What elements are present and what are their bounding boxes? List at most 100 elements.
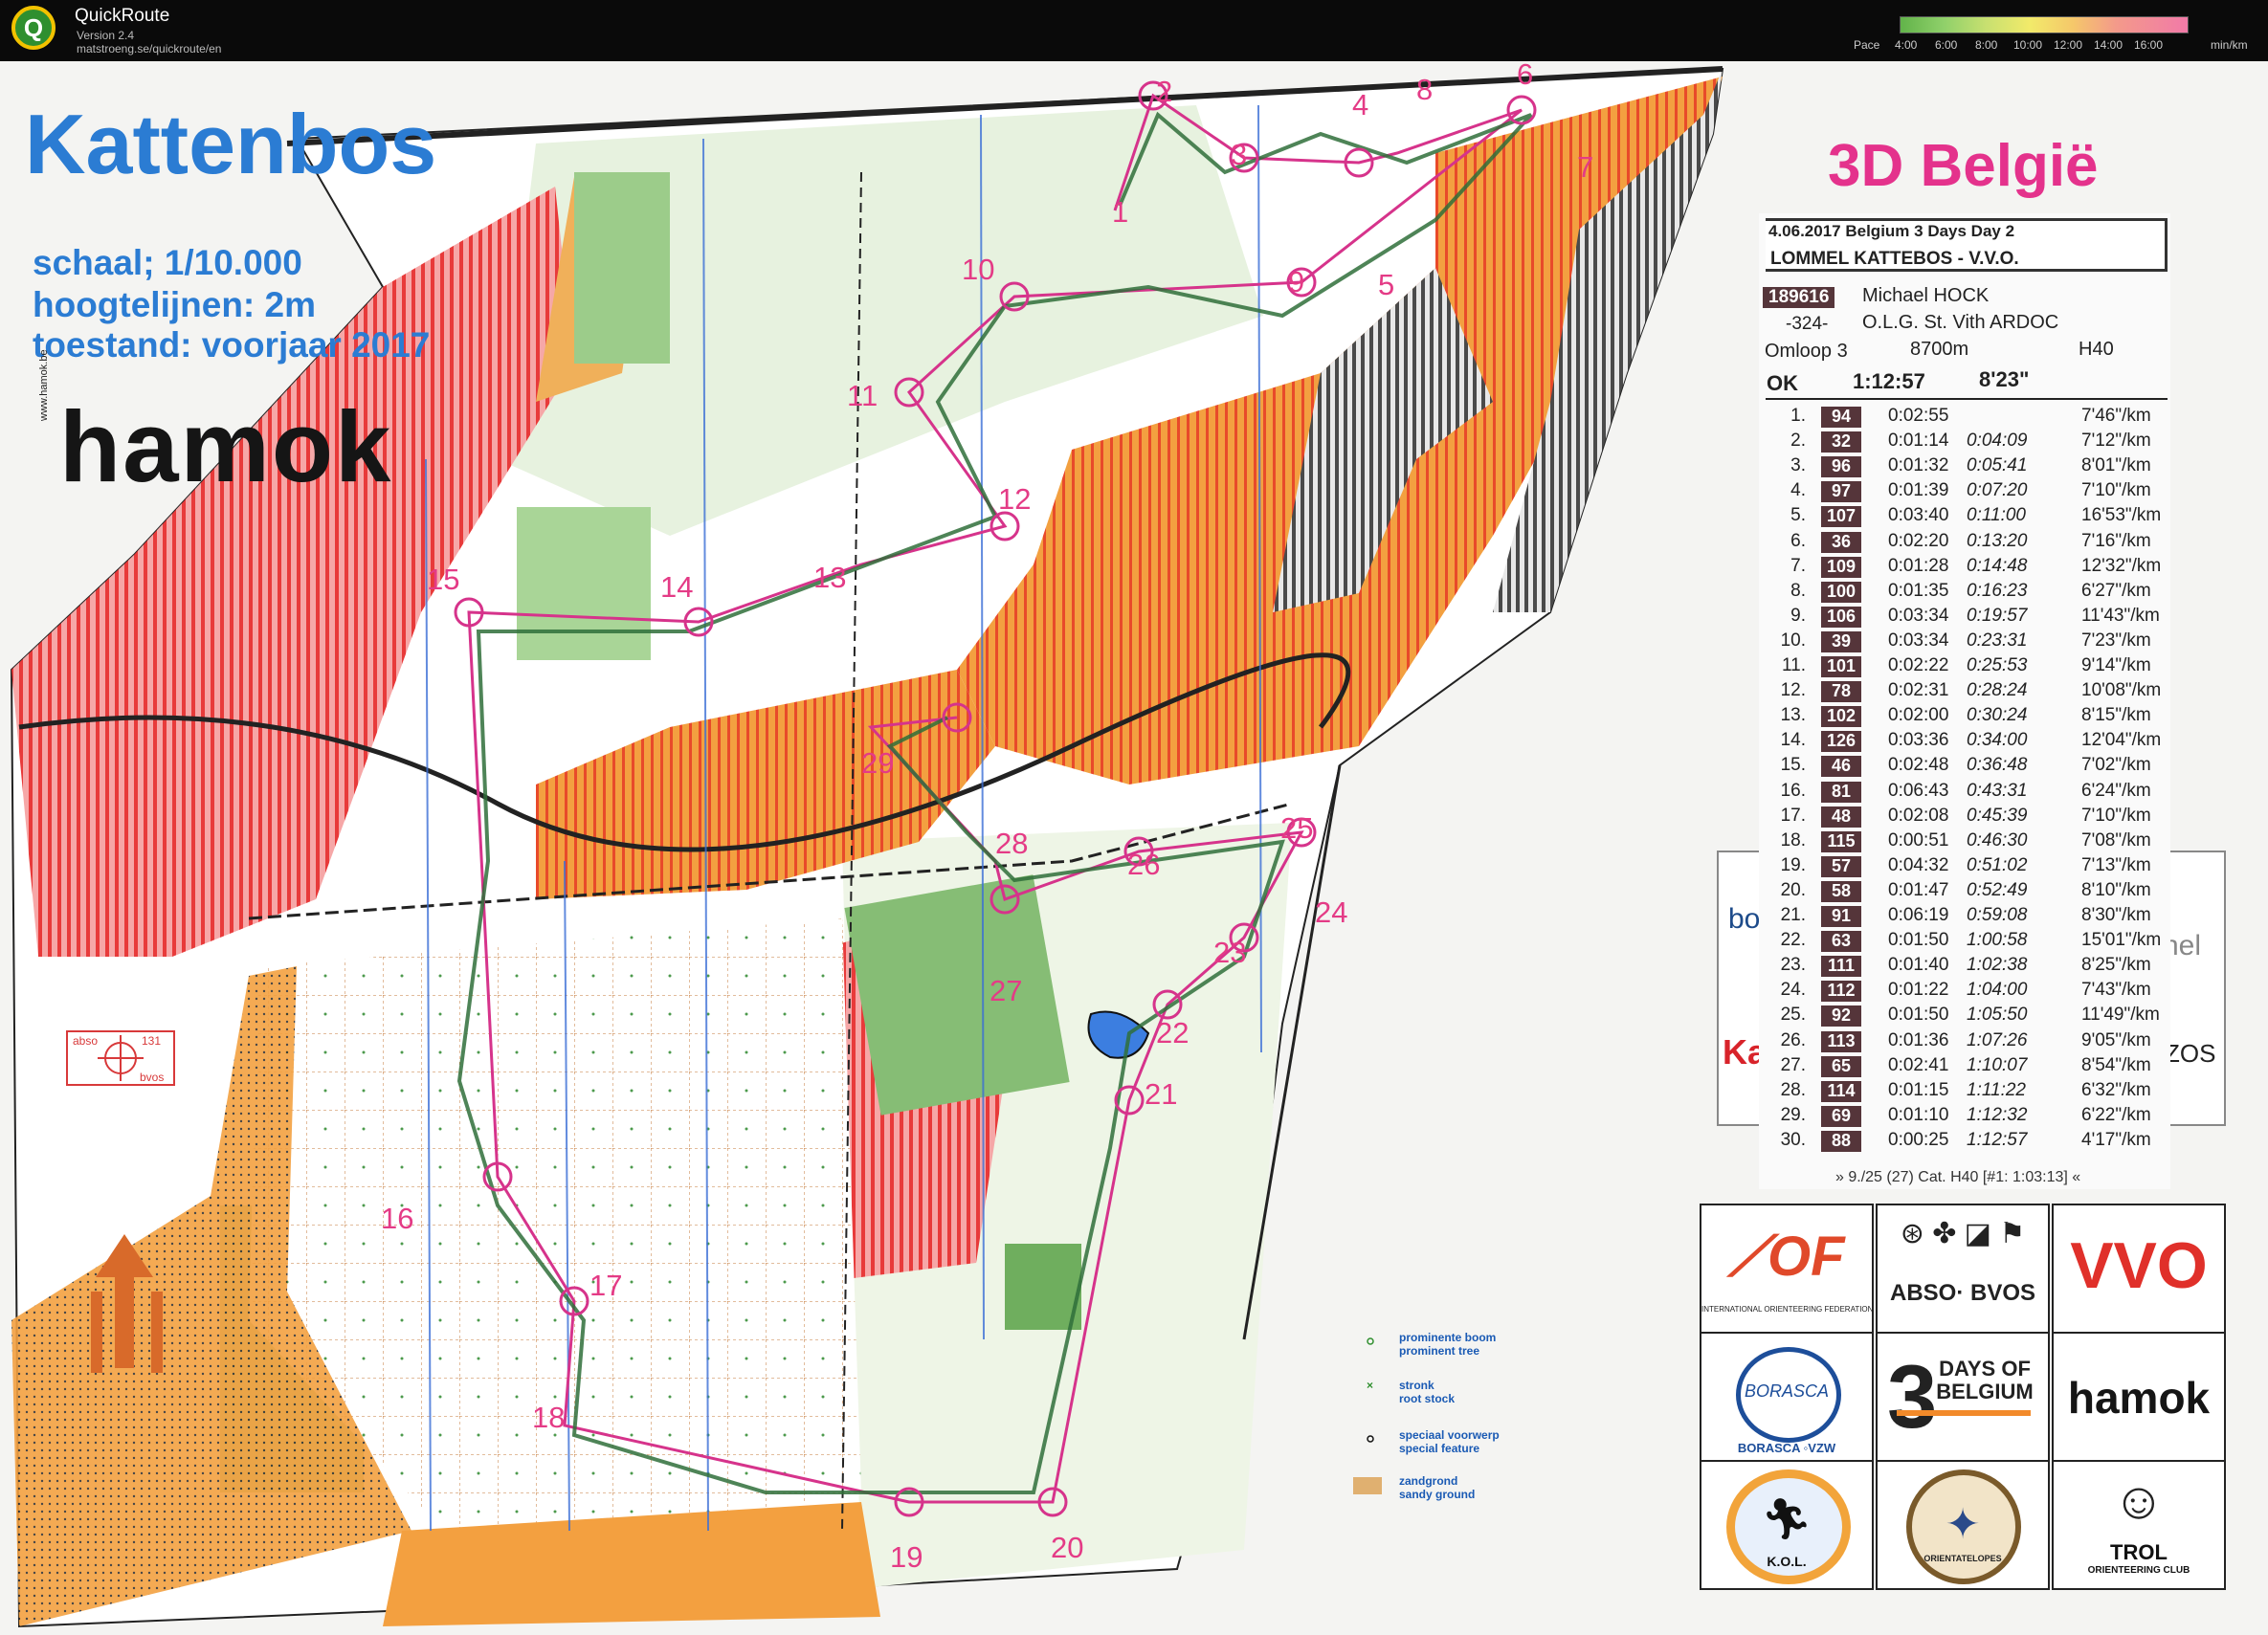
split-row: 9. 106 0:03:34 0:19:57 11'43"/km [1766,606,2168,630]
split-time: 0:01:22 [1888,980,1949,1001]
split-time: 0:01:32 [1888,455,1949,476]
ranking-footer: » 9./25 (27) Cat. H40 [#1: 1:03:13] « [1835,1169,2081,1185]
svg-text:21: 21 [1145,1077,1177,1111]
hamok-small-logo: hamok [2052,1332,2226,1462]
svg-text:speciaal voorwerp: speciaal voorwerp [1399,1428,1500,1442]
cumulative-time: 0:28:24 [1967,680,2028,701]
pace-unit: min/km [2211,38,2248,52]
svg-text:16: 16 [381,1202,413,1235]
control-code: 106 [1821,606,1861,628]
split-pace: 8'25"/km [2081,955,2151,976]
divider [1766,398,2168,400]
control-code: 92 [1821,1005,1861,1027]
svg-text:25: 25 [1280,811,1313,845]
split-time: 0:03:34 [1888,605,1949,626]
split-time: 0:03:40 [1888,505,1949,526]
control-code: 114 [1821,1080,1861,1102]
pace-label: Pace [1854,38,1880,52]
control-code: 63 [1821,931,1861,953]
sand-swatch-icon [1353,1477,1382,1494]
split-row: 18. 115 0:00:51 0:46:30 7'08"/km [1766,830,2168,855]
control-code: 57 [1821,855,1861,877]
split-time: 0:01:47 [1888,879,1949,900]
svg-text:4: 4 [1352,88,1368,122]
svg-text:special feature: special feature [1399,1442,1479,1455]
split-time: 0:06:43 [1888,780,1949,801]
abso-bvos-logo: ⊛ ✤ ◪ ⚑ ABSO· BVOS [1876,1204,2050,1334]
control-code: 36 [1821,531,1861,553]
split-time: 0:02:31 [1888,680,1949,701]
cumulative-time: 1:11:22 [1967,1079,2026,1100]
svg-text:131: 131 [142,1034,161,1048]
split-pace: 7'10"/km [2081,805,2151,826]
split-row: 20. 58 0:01:47 0:52:49 8'10"/km [1766,880,2168,905]
split-time: 0:02:20 [1888,530,1949,551]
split-number: 22. [1780,930,1806,951]
split-time: 0:01:50 [1888,1005,1949,1026]
split-row: 2. 32 0:01:14 0:04:09 7'12"/km [1766,431,2168,455]
control-code: 101 [1821,656,1861,677]
split-number: 24. [1780,980,1806,1001]
split-row: 1. 94 0:02:55 7'46"/km [1766,406,2168,431]
control-code: 113 [1821,1030,1861,1052]
svg-text:24: 24 [1315,895,1347,929]
split-time: 0:01:28 [1888,555,1949,576]
pace-tick: 6:00 [1935,38,1958,52]
iof-logo: ⟋OF INTERNATIONAL ORIENTEERING FEDERATIO… [1700,1204,1874,1334]
status-line: toestand: voorjaar 2017 [33,325,431,365]
split-number: 15. [1780,755,1806,776]
split-time: 0:02:08 [1888,805,1949,826]
hamok-url: www.hamok.be [38,349,50,421]
split-time: 0:01:36 [1888,1029,1949,1050]
split-pace: 8'30"/km [2081,905,2151,925]
split-number: 25. [1780,1005,1806,1026]
cumulative-time: 0:05:41 [1967,455,2028,476]
cumulative-time: 0:52:49 [1967,879,2028,900]
split-row: 4. 97 0:01:39 0:07:20 7'10"/km [1766,480,2168,505]
app-titlebar: Q QuickRoute Version 2.4 matstroeng.se/q… [0,0,2268,61]
control-code: 91 [1821,906,1861,927]
split-pace: 7'10"/km [2081,480,2151,501]
cumulative-time: 0:59:08 [1967,905,2028,925]
split-row: 24. 112 0:01:22 1:04:00 7'43"/km [1766,980,2168,1005]
split-time: 0:06:19 [1888,905,1949,925]
scale-line: schaal; 1/10.000 [33,243,302,282]
split-time: 0:02:22 [1888,655,1949,675]
cumulative-time: 0:23:31 [1967,630,2028,651]
split-pace: 6'24"/km [2081,780,2151,801]
split-time: 0:01:50 [1888,930,1949,951]
app-url[interactable]: matstroeng.se/quickroute/en [77,42,221,55]
split-time: 0:02:55 [1888,406,1949,426]
orientatelopes-logo: ✦ ORIENTATELOPES [1876,1460,2050,1590]
cumulative-time: 1:00:58 [1967,930,2028,951]
event-title: 3D België [1828,133,2099,199]
vvo-logo: VVO [2052,1204,2226,1334]
club-code: -324- [1786,314,1829,334]
svg-text:29: 29 [861,746,894,780]
control-code: 81 [1821,781,1861,803]
svg-text:7: 7 [1577,150,1593,184]
green-vegetation [1005,1244,1081,1330]
svg-text:12: 12 [998,482,1031,516]
category: H40 [2079,339,2114,360]
cross-icon: × [1367,1379,1373,1392]
runner-name: Michael HOCK [1862,285,1990,306]
svg-text:1: 1 [1112,195,1128,229]
trol-logo: ☺ TROL ORIENTEERING CLUB [2052,1460,2226,1590]
svg-text:18: 18 [532,1401,565,1434]
split-time: 0:01:35 [1888,580,1949,601]
status: OK [1767,371,1798,395]
svg-text:root stock: root stock [1399,1392,1455,1405]
control-code: 48 [1821,806,1861,828]
split-pace: 7'02"/km [2081,755,2151,776]
green-vegetation [574,172,670,364]
split-row: 21. 91 0:06:19 0:59:08 8'30"/km [1766,905,2168,930]
split-time: 0:00:51 [1888,829,1949,851]
control-code: 109 [1821,556,1861,578]
split-number: 5. [1790,505,1806,526]
control-code: 46 [1821,756,1861,778]
svg-text:23: 23 [1213,936,1246,969]
control-code: 58 [1821,880,1861,902]
si-number: 189616 [1763,287,1835,308]
split-pace: 9'05"/km [2081,1029,2151,1050]
